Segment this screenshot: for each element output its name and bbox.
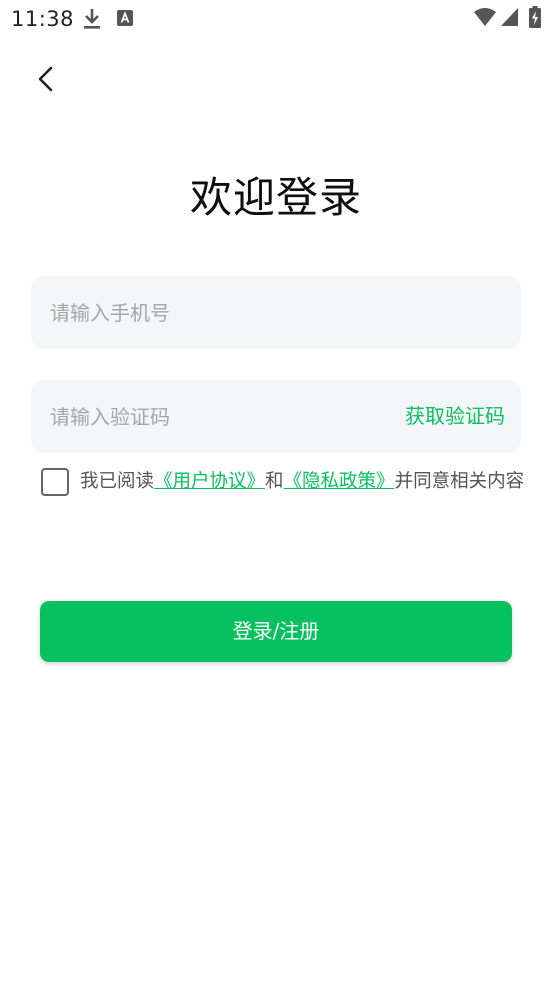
verification-code-input[interactable] — [50, 380, 380, 453]
status-time: 11:38 — [11, 7, 75, 31]
privacy-policy-link[interactable]: 《隐私政策》 — [284, 471, 395, 492]
status-bar: 11:38 — [0, 0, 552, 38]
phone-field[interactable] — [31, 276, 521, 349]
signal-icon — [501, 8, 518, 26]
agreement-prefix: 我已阅读 — [80, 471, 155, 492]
battery-charging-icon — [529, 6, 541, 28]
phone-input[interactable] — [50, 276, 500, 349]
get-code-button[interactable]: 获取验证码 — [405, 380, 505, 453]
agreement-checkbox[interactable] — [41, 468, 69, 496]
code-field[interactable]: 获取验证码 — [31, 380, 521, 453]
wifi-icon — [474, 8, 496, 26]
agreement-connector: 和 — [265, 471, 284, 492]
agreement-text: 我已阅读《用户协议》和《隐私政策》并同意相关内容 — [80, 470, 525, 514]
user-agreement-link[interactable]: 《用户协议》 — [154, 471, 265, 492]
agreement-suffix: 并同意相关内容 — [394, 471, 525, 492]
download-icon — [84, 9, 100, 29]
login-register-button[interactable]: 登录/注册 — [40, 601, 512, 662]
app-notification-icon — [117, 10, 133, 26]
back-button[interactable] — [30, 62, 62, 96]
chevron-left-icon — [38, 66, 53, 92]
page-title: 欢迎登录 — [189, 173, 362, 222]
